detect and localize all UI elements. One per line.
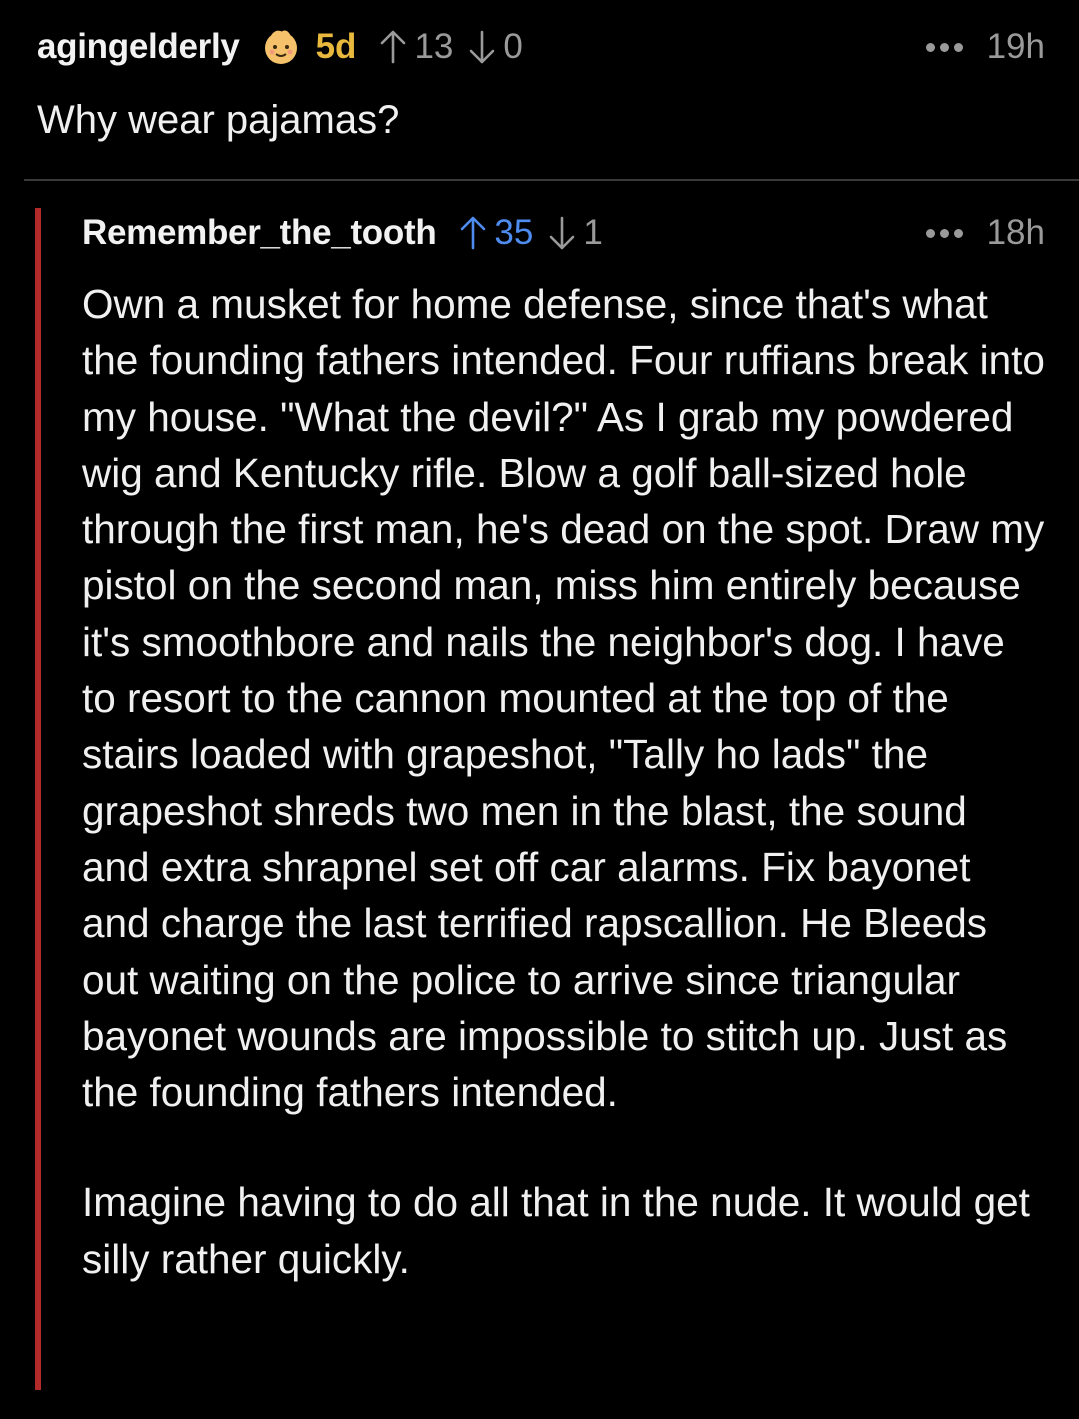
downvote-count: 0 [503, 27, 523, 66]
parent-comment-body: Why wear pajamas? [37, 98, 400, 142]
reply-paragraph: Own a musket for home defense, since tha… [82, 281, 1045, 1116]
parent-username[interactable]: agingelderly [37, 27, 240, 67]
reply-right-meta: 18h [925, 213, 1045, 253]
parent-comment-meta: agingelderly 5d 13 0 19h [37, 22, 1045, 72]
reply-username[interactable]: Remember_the_tooth [82, 213, 437, 253]
upvote-arrow-icon[interactable] [378, 29, 408, 65]
divider [24, 179, 1079, 181]
reply-comment-body: Own a musket for home defense, since tha… [82, 276, 1045, 1287]
downvote-arrow-icon[interactable] [467, 29, 497, 65]
account-age-badge: 5d [315, 27, 357, 66]
downvote-count: 1 [583, 213, 603, 252]
more-options-icon[interactable] [925, 42, 963, 52]
baby-face-icon [262, 28, 300, 66]
upvote-arrow-icon[interactable] [458, 215, 488, 251]
upvote-count: 35 [494, 213, 534, 252]
reply-paragraph: Imagine having to do all that in the nud… [82, 1179, 1030, 1282]
more-options-icon[interactable] [925, 228, 963, 238]
parent-comment: agingelderly 5d 13 0 19h Why wear pajama… [37, 22, 1045, 144]
parent-timestamp: 19h [986, 27, 1045, 66]
reply-comment-meta: Remember_the_tooth 35 1 18h [82, 208, 1045, 258]
reply-comment: Remember_the_tooth 35 1 18h Own a musket… [82, 208, 1045, 1287]
parent-right-meta: 19h [925, 27, 1045, 67]
reply-timestamp: 18h [986, 213, 1045, 252]
upvote-count: 13 [414, 27, 454, 66]
thread-collapse-line[interactable] [35, 208, 41, 1390]
downvote-arrow-icon[interactable] [547, 215, 577, 251]
